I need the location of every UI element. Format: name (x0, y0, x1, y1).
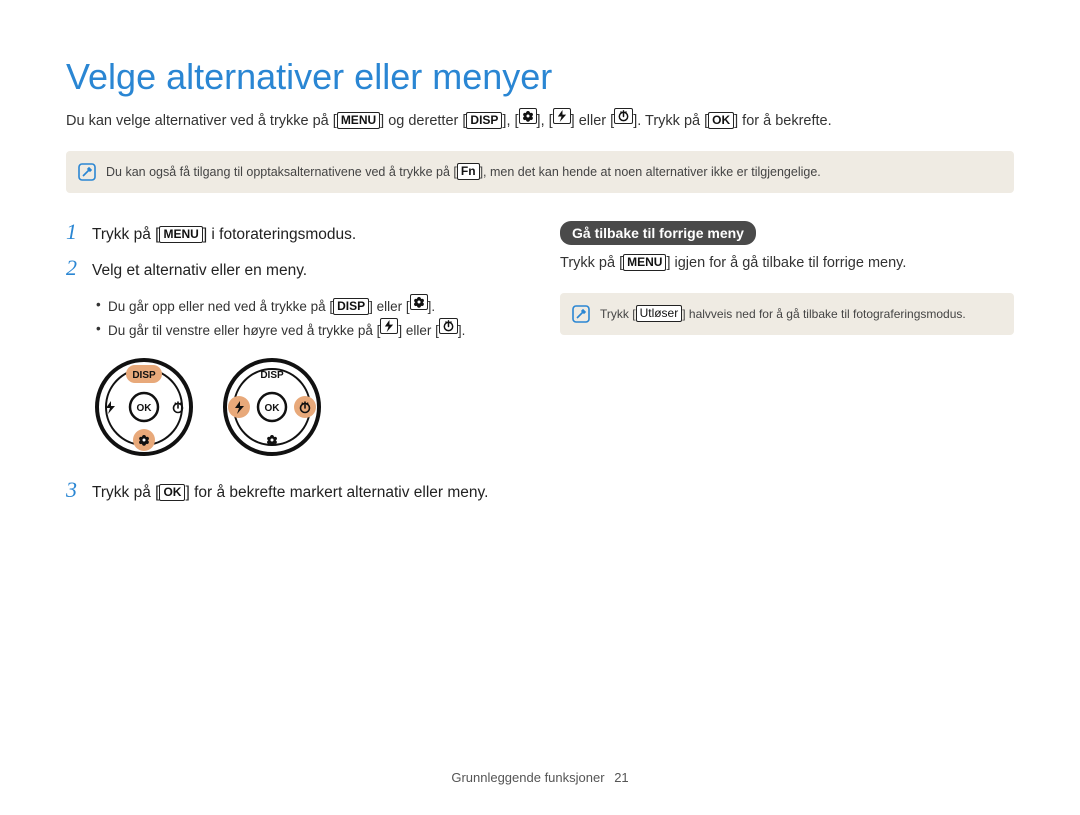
manual-page: Velge alternativer eller menyer Du kan v… (0, 0, 1080, 815)
step-body: Velg et alternativ eller en meny. (92, 260, 307, 282)
step-number: 2 (66, 257, 80, 279)
footer-page-number: 21 (614, 770, 628, 785)
dial-disp-label: DISP (132, 370, 156, 381)
step-1: 1 Trykk på [MENU] i fotorateringsmodus. (66, 221, 520, 246)
key-menu: MENU (623, 254, 666, 271)
right-note: Trykk [Utløser] halvveis ned for å gå ti… (560, 293, 1014, 335)
step-number: 3 (66, 479, 80, 501)
intro-sep1: ], [ (502, 113, 518, 129)
step-body: Trykk på [OK] for å bekrefte markert alt… (92, 482, 488, 504)
page-footer: Grunnleggende funksjoner 21 (0, 770, 1080, 785)
flash-icon (380, 318, 398, 334)
step-2-bullets: Du går opp eller ned ved å trykke på [DI… (66, 294, 520, 341)
page-title: Velge alternativer eller menyer (66, 56, 1014, 98)
step-body: Trykk på [MENU] i fotorateringsmodus. (92, 224, 356, 246)
note-icon (572, 305, 590, 323)
key-disp: DISP (333, 298, 369, 315)
note-icon (78, 163, 96, 181)
right-text: Trykk på [MENU] igjen for å gå tilbake t… (560, 253, 1014, 275)
two-column-layout: 1 Trykk på [MENU] i fotorateringsmodus. … (66, 221, 1014, 516)
key-menu: MENU (337, 112, 380, 129)
dial-vertical: DISP OK (94, 357, 194, 457)
timer-icon (439, 318, 458, 334)
key-shutter: Utløser (636, 305, 683, 322)
dial-horizontal: DISP OK (222, 357, 322, 457)
flower-icon (519, 108, 537, 124)
dial-disp-label: DISP (260, 370, 284, 381)
key-ok: OK (708, 112, 734, 129)
right-note-text: Trykk [Utløser] halvveis ned for å gå ti… (600, 305, 966, 322)
step-2: 2 Velg et alternativ eller en meny. (66, 257, 520, 282)
top-note: Du kan også få tilgang til opptaksaltern… (66, 151, 1014, 193)
intro-sep3: ] eller [ (571, 113, 615, 129)
top-note-text: Du kan også få tilgang til opptaksaltern… (106, 163, 821, 180)
step-number: 1 (66, 221, 80, 243)
intro-text: Du kan velge alternativer ved å trykke p… (66, 108, 1014, 133)
dial-ok-label: OK (137, 403, 153, 414)
key-fn: Fn (457, 163, 480, 180)
intro-tail: ] for å bekrefte. (734, 113, 832, 129)
intro-sep2: ], [ (537, 113, 553, 129)
key-menu: MENU (159, 226, 202, 243)
section-pill: Gå tilbake til forrige meny (560, 221, 756, 245)
footer-section: Grunnleggende funksjoner (451, 770, 604, 785)
intro-after-menu: ] og deretter [ (380, 113, 466, 129)
intro-pre: Du kan velge alternativer ved å trykke p… (66, 113, 337, 129)
flash-icon (553, 108, 571, 124)
bullet-item: Du går opp eller ned ved å trykke på [DI… (96, 294, 520, 318)
key-disp: DISP (466, 112, 502, 129)
flower-icon (410, 294, 428, 310)
bullet-item: Du går til venstre eller høyre ved å try… (96, 318, 520, 342)
right-column: Gå tilbake til forrige meny Trykk på [ME… (560, 221, 1014, 516)
left-column: 1 Trykk på [MENU] i fotorateringsmodus. … (66, 221, 520, 516)
key-ok: OK (159, 484, 185, 501)
dial-ok-label: OK (265, 403, 281, 414)
step-3: 3 Trykk på [OK] for å bekrefte markert a… (66, 479, 520, 504)
intro-after-icons: ]. Trykk på [ (633, 113, 708, 129)
dial-illustrations: DISP OK DISP (66, 357, 520, 457)
timer-icon (614, 108, 633, 124)
